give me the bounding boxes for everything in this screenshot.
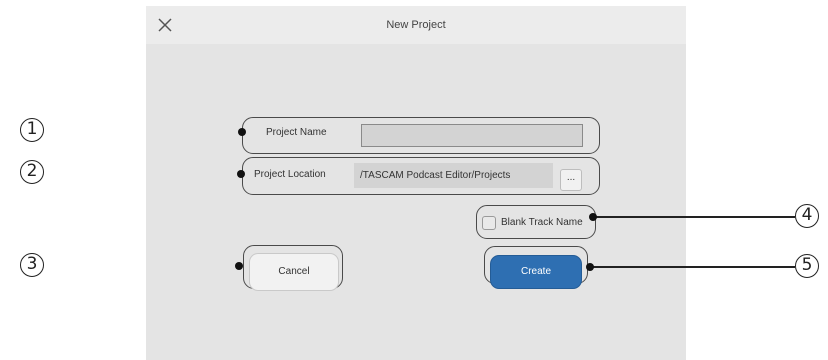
callout-dot-3 (235, 262, 243, 270)
project-location-field[interactable]: /TASCAM Podcast Editor/Projects (354, 163, 553, 188)
callout-dot-2 (237, 170, 245, 178)
new-project-dialog: New Project Project Name Project Locatio… (146, 6, 686, 360)
callout-dot-5 (586, 263, 594, 271)
callout-number-3: 3 (20, 253, 44, 277)
dialog-title: New Project (386, 19, 446, 31)
create-button[interactable]: Create (490, 255, 582, 289)
callout-number-1: 1 (20, 118, 44, 142)
blank-track-name-checkbox[interactable] (482, 216, 496, 230)
cancel-button[interactable]: Cancel (249, 253, 339, 291)
project-location-label: Project Location (254, 169, 326, 180)
dialog-titlebar: New Project (146, 6, 686, 44)
callout-number-2: 2 (20, 160, 44, 184)
browse-button[interactable]: ... (560, 169, 582, 191)
blank-track-name-label[interactable]: Blank Track Name (501, 216, 583, 230)
callout-number-4: 4 (795, 204, 819, 228)
callout-line-5 (590, 266, 795, 268)
project-name-input[interactable] (361, 124, 583, 147)
callout-dot-1 (238, 128, 246, 136)
callout-number-5: 5 (795, 254, 819, 278)
project-name-label: Project Name (266, 127, 327, 138)
callout-dot-4 (589, 213, 597, 221)
callout-line-4 (593, 216, 795, 218)
